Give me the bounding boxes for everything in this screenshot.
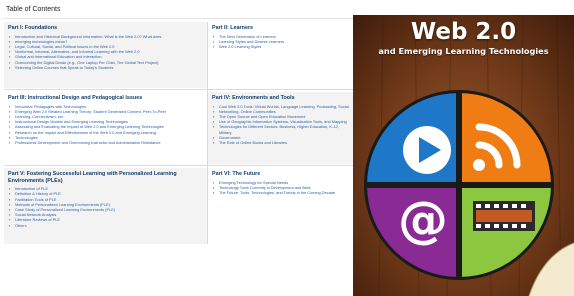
- divider: [4, 165, 356, 166]
- part-item-list: The Next Generation of Learners Learning…: [212, 34, 352, 50]
- cover-subtitle: and Emerging Learning Technologies: [378, 46, 549, 56]
- part-item-list: Cool Web 2.0 Tools: Virtual Worlds, Lang…: [212, 104, 352, 146]
- toc-link[interactable]: Web 2.0 Learning Styles: [212, 44, 352, 49]
- part-item-list: Introduction and Historical Background I…: [8, 34, 203, 71]
- part-item-list: Innovative Pedagogies with Technologies …: [8, 104, 203, 146]
- play-icon: [403, 126, 451, 174]
- table-of-contents-page: Table of Contents Part I: Foundations In…: [0, 0, 360, 296]
- toc-link[interactable]: The Role of Online Books and Libraries: [212, 140, 352, 145]
- svg-text:@: @: [398, 191, 448, 249]
- part-heading[interactable]: Part V: Fostering Successful Learning wi…: [8, 171, 203, 184]
- book-cover-image: @ Web 2.0 and Emerging Learning Technolo…: [353, 15, 574, 296]
- part-heading[interactable]: Part VI: The Future: [212, 171, 352, 178]
- part-3-section: Part III: Instructional Design and Pedag…: [4, 92, 207, 164]
- column-divider: [207, 22, 208, 244]
- film-strip-icon: [473, 201, 535, 231]
- part-6-section: Part VI: The Future Emerging Technology …: [208, 168, 356, 244]
- divider: [4, 18, 356, 19]
- part-heading[interactable]: Part III: Instructional Design and Pedag…: [8, 95, 203, 102]
- part-heading[interactable]: Part II: Learners: [212, 25, 352, 32]
- cover-title: Web 2.0: [410, 19, 517, 45]
- toc-title: Table of Contents: [6, 6, 61, 13]
- part-1-section: Part I: Foundations Introduction and His…: [4, 22, 207, 88]
- toc-link[interactable]: Technologies for Different Sectors: Busi…: [212, 124, 352, 134]
- part-item-list: Emerging Technology for Special Needs Te…: [212, 180, 352, 196]
- toc-link[interactable]: The Future: Tools, Technologies, and Tre…: [212, 190, 352, 195]
- part-heading[interactable]: Part I: Foundations: [8, 25, 203, 32]
- toc-link[interactable]: Professional Development and Overcoming …: [8, 140, 203, 145]
- part-4-section: Part IV: Environments and Tools Cool Web…: [208, 92, 356, 164]
- at-sign-icon: @: [398, 191, 448, 249]
- part-5-section: Part V: Fostering Successful Learning wi…: [4, 168, 207, 244]
- cover-artwork: @: [353, 15, 574, 296]
- divider: [4, 89, 356, 90]
- part-item-list: Introduction of PLE Definition & History…: [8, 186, 203, 228]
- toc-link[interactable]: Selecting Online Courses that Speak to T…: [8, 65, 203, 70]
- part-2-section: Part II: Learners The Next Generation of…: [208, 22, 356, 88]
- part-heading[interactable]: Part IV: Environments and Tools: [212, 95, 352, 102]
- toc-link[interactable]: Others: [8, 223, 203, 228]
